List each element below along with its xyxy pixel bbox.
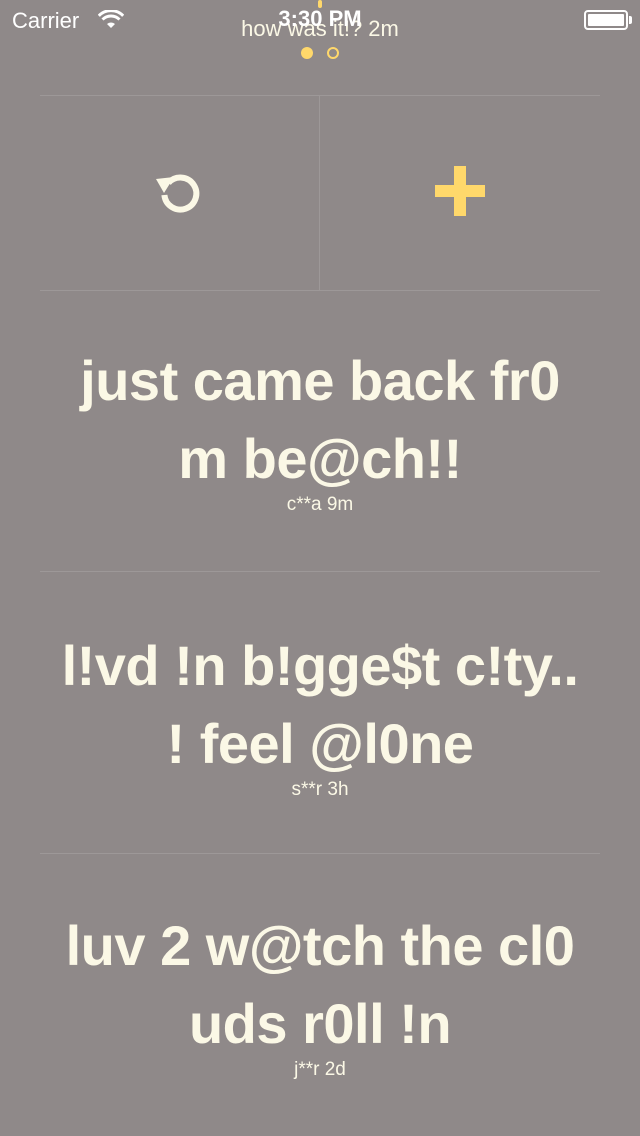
add-post-button[interactable] [320, 96, 599, 290]
page-dot-2[interactable] [327, 47, 340, 59]
post-text: luv 2 w@tch the cl0 uds r0ll !n [40, 907, 600, 1063]
post-text-line: l!vd !n b!gge$t c!ty.. [61, 634, 579, 697]
post-text-line: luv 2 w@tch the cl0 [65, 914, 575, 977]
post-text-line: m be@ch!! [178, 427, 462, 490]
page-dot-1[interactable] [300, 47, 313, 59]
post-meta: c**a 9m [286, 494, 354, 515]
post-text-line: uds r0ll !n [188, 992, 452, 1055]
post-card[interactable]: just came back fr0 m be@ch!! c**a 9m [40, 342, 600, 516]
post-text-line: ! feel @l0ne [166, 712, 474, 775]
divider [40, 853, 600, 854]
post-card[interactable]: luv 2 w@tch the cl0 uds r0ll !n j**r 2d [40, 907, 600, 1081]
divider [40, 571, 600, 572]
post-meta: s**r 3h [291, 779, 349, 800]
plus-icon [433, 164, 487, 223]
action-bar [40, 95, 600, 291]
post-text: just came back fr0 m be@ch!! [40, 342, 600, 498]
post-text-line: just came back fr0 [80, 349, 560, 412]
page-indicator[interactable] [0, 47, 640, 61]
post-meta: j**r 2d [294, 1059, 346, 1080]
post-card[interactable]: l!vd !n b!gge$t c!ty.. ! feel @l0ne s**r… [40, 627, 600, 801]
refresh-button[interactable] [40, 96, 320, 290]
refresh-icon [152, 163, 208, 224]
status-time: 3:30 PM [278, 6, 362, 31]
post-text: l!vd !n b!gge$t c!ty.. ! feel @l0ne [40, 627, 600, 783]
